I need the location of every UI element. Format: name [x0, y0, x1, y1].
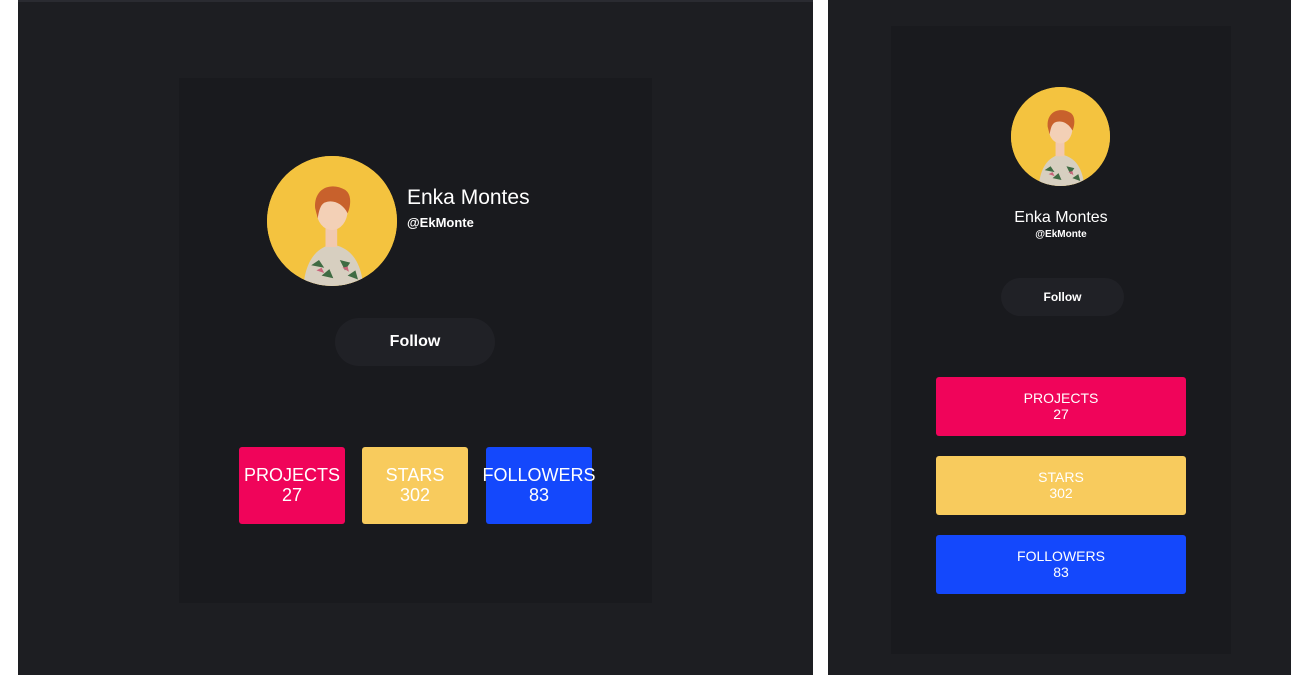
stat-label: PROJECTS [1023, 390, 1099, 407]
stat-projects[interactable]: PROJECTS 27 [936, 377, 1186, 436]
mobile-preview: Enka Montes @EkMonte Follow PROJECTS 27 … [828, 0, 1291, 675]
profile-handle: @EkMonte [1035, 229, 1087, 240]
follow-button[interactable]: Follow [1001, 278, 1124, 316]
stat-stars[interactable]: STARS 302 [936, 456, 1186, 515]
profile-card: Enka Montes @EkMonte Follow PROJECTS 27 … [891, 26, 1231, 654]
stat-label: FOLLOWERS [1017, 548, 1105, 565]
profile-name: Enka Montes [1014, 209, 1108, 226]
stat-label: STARS [385, 464, 445, 485]
stat-value: 302 [399, 484, 431, 505]
stat-label: FOLLOWERS [482, 464, 596, 485]
stat-label: STARS [1038, 469, 1084, 486]
avatar [1011, 87, 1110, 186]
profile-handle: @EkMonte [407, 215, 474, 230]
stat-followers[interactable]: FOLLOWERS 83 [482, 447, 596, 524]
follow-button[interactable]: Follow [335, 318, 495, 366]
avatar [267, 156, 397, 286]
stat-value: 83 [1053, 563, 1069, 580]
stat-projects[interactable]: PROJECTS 27 [239, 447, 345, 524]
stat-value: 27 [281, 484, 303, 505]
person-photo-icon [267, 156, 397, 286]
profile-card: Enka Montes @EkMonte Follow PROJECTS 27 … [179, 78, 652, 603]
stat-value: 27 [1053, 405, 1069, 422]
desktop-preview: Enka Montes @EkMonte Follow PROJECTS 27 … [18, 0, 813, 675]
stat-value: 83 [528, 484, 550, 505]
profile-name: Enka Montes [407, 186, 530, 209]
stat-label: PROJECTS [243, 464, 340, 485]
stat-stars[interactable]: STARS 302 [362, 447, 468, 524]
stat-value: 302 [1049, 484, 1073, 501]
stat-followers[interactable]: FOLLOWERS 83 [936, 535, 1186, 594]
person-photo-icon [1011, 87, 1110, 186]
top-divider [18, 0, 813, 2]
